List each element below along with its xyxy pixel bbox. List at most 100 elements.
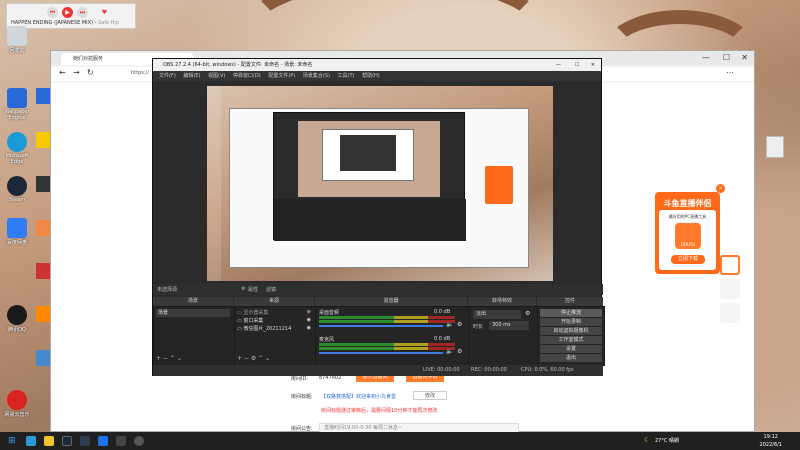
add-icon[interactable]: +: [237, 355, 242, 362]
heart-icon[interactable]: ♥: [99, 7, 110, 18]
next-icon[interactable]: ⏭: [77, 7, 88, 18]
menu-icon[interactable]: ⋯: [726, 68, 734, 77]
gear-icon[interactable]: ⚙: [457, 321, 462, 328]
maximize-icon[interactable]: ☐: [575, 59, 579, 71]
desktop-icon-steam[interactable]: Steam: [2, 176, 32, 203]
down-icon[interactable]: ⌄: [177, 355, 182, 362]
address-bar[interactable]: https://: [131, 70, 149, 76]
gear-icon[interactable]: ⚙: [457, 348, 462, 355]
menu-edit[interactable]: 编辑(E): [183, 73, 200, 79]
scene-toolbar: + − ⌃ ⌄: [156, 355, 182, 362]
speaker-icon[interactable]: 🔈: [446, 321, 453, 328]
source-item[interactable]: ▭ 显示器采集 ◉: [237, 309, 311, 316]
windows-start-icon[interactable]: ⊞: [8, 436, 18, 446]
douyu-download-button[interactable]: 立即下载: [671, 255, 705, 264]
douyu-promo-widget[interactable]: 斗鱼直播伴侣 最好用的PC直播工具 DOUYU 立即下载 ×: [655, 184, 725, 274]
minimize-icon[interactable]: —: [702, 53, 710, 62]
eye-icon[interactable]: ◉: [307, 317, 311, 323]
up-icon[interactable]: ⌃: [258, 355, 263, 362]
desktop-icon-recycle-bin[interactable]: 回收站: [2, 26, 32, 54]
remove-icon[interactable]: −: [163, 355, 168, 362]
maximize-icon[interactable]: ☐: [723, 53, 730, 62]
home-icon[interactable]: [720, 279, 740, 299]
menu-tools[interactable]: 工具(T): [338, 73, 355, 79]
douyu-subtitle: 最好用的PC直播工具: [668, 214, 707, 219]
duration-label: 时长: [473, 324, 484, 330]
weather-text[interactable]: 27°C 晴朗: [655, 437, 679, 444]
duration-input[interactable]: 300 ms: [489, 321, 529, 330]
scenes-dock-title: 场景: [153, 297, 233, 306]
menu-file[interactable]: 文件(F): [159, 73, 176, 79]
recycle-bin-icon: [7, 26, 27, 46]
menu-profile[interactable]: 配置文件(P): [268, 73, 295, 79]
netease-music-icon: [7, 390, 27, 410]
app-taskbar-icon[interactable]: [116, 436, 126, 446]
scene-item[interactable]: 场景: [156, 309, 230, 317]
start-recording-button[interactable]: 开始录制: [540, 318, 602, 326]
play-icon[interactable]: ▶: [62, 7, 73, 18]
obs-taskbar-icon[interactable]: [134, 436, 144, 446]
add-icon[interactable]: +: [156, 355, 161, 362]
side-play-icon[interactable]: [720, 255, 740, 275]
close-icon[interactable]: ×: [716, 184, 725, 193]
gear-icon[interactable]: ⚙: [251, 355, 256, 362]
obs-menubar: 文件(F) 编辑(E) 视图(V) 停靠窗口(D) 配置文件(P) 场景集合(S…: [153, 71, 601, 81]
app-taskbar-icon[interactable]: [98, 436, 108, 446]
edge-icon: [7, 132, 27, 152]
previous-icon[interactable]: ⏮: [47, 7, 58, 18]
down-icon[interactable]: ⌄: [265, 355, 270, 362]
eye-icon[interactable]: ◉: [307, 325, 311, 331]
refresh-icon[interactable]: ↻: [87, 68, 94, 77]
menu-docks[interactable]: 停靠窗口(D): [233, 73, 261, 79]
volume-slider[interactable]: [319, 352, 443, 354]
source-item-label: 窗口采集: [243, 318, 264, 324]
menu-view[interactable]: 视图(V): [208, 73, 225, 79]
close-icon[interactable]: ✕: [591, 59, 595, 71]
file-explorer-icon[interactable]: [44, 436, 54, 446]
obs-window[interactable]: OBS 27.2.4 (64-bit, windows) - 配置文件: 未命名…: [152, 58, 605, 376]
menu-help[interactable]: 帮助(H): [362, 73, 380, 79]
desktop-icon-netease[interactable]: 网易云音乐: [2, 390, 32, 418]
transition-select[interactable]: 淡出: [473, 310, 521, 319]
baidu-netdisk-icon: [7, 218, 27, 238]
desktop-icon-qq[interactable]: 腾讯QQ: [2, 305, 32, 333]
steam-taskbar-icon[interactable]: [62, 436, 72, 446]
up-icon[interactable]: ⌃: [170, 355, 175, 362]
desktop-icon-label: 腾讯QQ: [8, 327, 26, 333]
gear-icon[interactable]: ⚙: [241, 286, 245, 292]
preview-douyu-widget: [485, 166, 513, 204]
edit-title-button[interactable]: 修改: [413, 391, 447, 400]
studio-mode-button[interactable]: 工作室模式: [540, 336, 602, 344]
forward-icon[interactable]: →: [73, 68, 80, 77]
virtual-camera-button[interactable]: 启动虚拟摄像机: [540, 327, 602, 335]
douyu-title: 斗鱼直播伴侣: [663, 199, 712, 208]
menu-scene-collection[interactable]: 场景集合(S): [303, 73, 330, 79]
volume-slider[interactable]: [319, 325, 443, 327]
eye-icon[interactable]: ◉: [307, 309, 311, 315]
edge-taskbar-icon[interactable]: [26, 436, 36, 446]
preview-desktop-icons: [207, 86, 221, 281]
desktop-icon-wallpaper[interactable]: Wallpaper Engine: [2, 88, 32, 121]
source-item-label: 微信图片_20211214: [243, 326, 292, 332]
image-icon: ▭: [237, 310, 242, 316]
desktop-icon-edge[interactable]: Microsoft Edge: [2, 132, 32, 165]
app-taskbar-icon[interactable]: [80, 436, 90, 446]
stop-streaming-button[interactable]: 停止推流: [540, 309, 602, 317]
settings-button[interactable]: 设置: [540, 345, 602, 353]
exit-button[interactable]: 退出: [540, 354, 602, 362]
taskbar-clock[interactable]: 19:12 2022/6/1: [760, 433, 782, 449]
source-item[interactable]: ▭ 微信图片_20211214 ◉: [237, 325, 311, 332]
filters-button[interactable]: 滤镜: [266, 286, 276, 293]
close-icon[interactable]: ✕: [741, 53, 748, 62]
speaker-icon[interactable]: 🔈: [446, 348, 453, 355]
back-icon[interactable]: ←: [59, 68, 66, 77]
source-item[interactable]: ▭ 窗口采集 ◉: [237, 317, 311, 324]
desktop-icon-baidu[interactable]: 百度网盘: [2, 218, 32, 246]
gear-icon[interactable]: ⚙: [525, 310, 530, 317]
file-icon[interactable]: [766, 136, 784, 158]
minimize-icon[interactable]: —: [556, 59, 561, 71]
remove-icon[interactable]: −: [244, 355, 249, 362]
properties-button[interactable]: 属性: [248, 286, 258, 293]
obs-preview[interactable]: [207, 86, 553, 281]
settings-icon[interactable]: [720, 303, 740, 323]
